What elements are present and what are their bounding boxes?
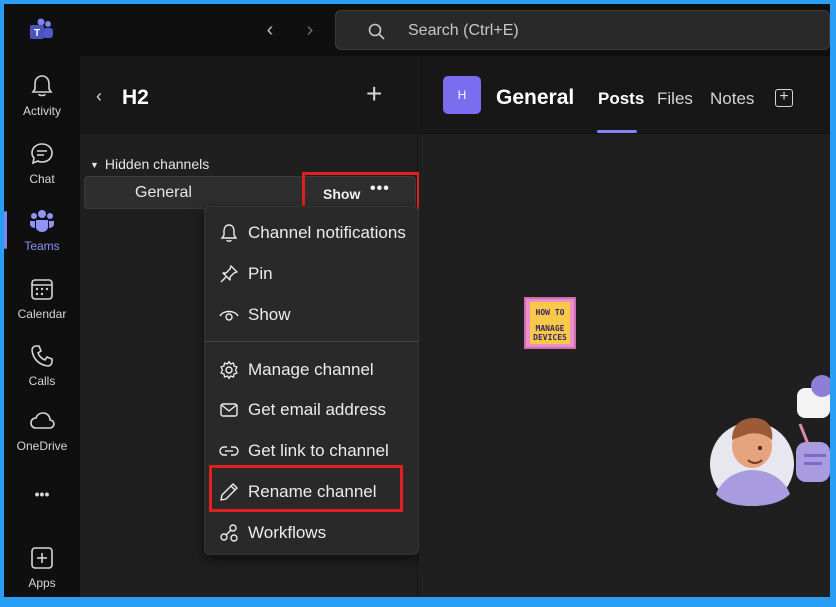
search-bar[interactable]: Search (Ctrl+E) xyxy=(335,10,830,50)
rail-item-teams[interactable]: Teams xyxy=(4,201,80,265)
app-rail: Activity Chat Teams Calendar Calls OneDr… xyxy=(4,56,80,597)
tab-notes[interactable]: Notes xyxy=(710,89,754,109)
add-apps-icon xyxy=(31,547,53,569)
eye-icon xyxy=(219,310,239,321)
channel-avatar: H xyxy=(443,76,481,114)
pin-icon xyxy=(220,265,238,283)
team-name: H2 xyxy=(122,86,149,109)
calendar-icon xyxy=(31,279,53,300)
menu-item-manage-channel[interactable]: Manage channel xyxy=(205,350,420,388)
rail-item-onedrive[interactable]: OneDrive xyxy=(4,401,80,465)
phone-icon xyxy=(31,345,53,367)
teams-window: T ‹ › Search (Ctrl+E) Activity Chat Team… xyxy=(4,4,830,597)
watermark-logo: HOW TO MANAGE DEVICES xyxy=(524,297,576,349)
rail-label: Activity xyxy=(22,104,61,118)
bell-icon xyxy=(31,75,53,97)
rail-label: Calls xyxy=(28,374,56,388)
highlight-box-rename xyxy=(209,465,403,512)
menu-divider xyxy=(205,341,420,342)
rail-label: Calendar xyxy=(17,307,67,321)
menu-item-label: Show xyxy=(248,305,291,324)
add-tab-icon[interactable]: + xyxy=(775,89,793,107)
rail-label: Chat xyxy=(29,172,55,186)
welcome-illustration xyxy=(710,375,830,506)
menu-item-get-link[interactable]: Get link to channel xyxy=(205,431,420,469)
menu-item-label: Pin xyxy=(248,264,273,283)
back-arrow-icon[interactable]: ‹ xyxy=(260,18,280,42)
mail-icon xyxy=(220,403,238,417)
channel-header: H General Posts Files Notes + xyxy=(419,56,830,134)
teams-logo-icon[interactable]: T xyxy=(28,18,54,42)
rail-more-button[interactable]: ••• xyxy=(4,482,80,512)
add-channel-icon[interactable]: + xyxy=(366,80,382,108)
rail-item-activity[interactable]: Activity xyxy=(4,66,80,130)
menu-item-pin[interactable]: Pin xyxy=(205,254,420,292)
chat-icon xyxy=(31,143,53,165)
hidden-channels-section[interactable]: ▼ Hidden channels xyxy=(90,156,209,172)
link-icon xyxy=(219,446,239,456)
tab-posts[interactable]: Posts xyxy=(598,89,644,109)
search-icon xyxy=(368,23,385,40)
channel-title: General xyxy=(496,86,575,109)
rail-label: Teams xyxy=(24,239,60,253)
gear-icon xyxy=(220,360,238,380)
watermark-line-1: HOW TO xyxy=(535,308,565,317)
title-bar: T ‹ › Search (Ctrl+E) xyxy=(4,4,830,56)
rail-item-calls[interactable]: Calls xyxy=(4,336,80,400)
menu-item-channel-notifications[interactable]: Channel notifications xyxy=(205,213,420,251)
menu-item-label: Manage channel xyxy=(248,360,374,379)
rail-label: Apps xyxy=(28,576,56,590)
rail-item-calendar[interactable]: Calendar xyxy=(4,269,80,333)
more-icon: ••• xyxy=(34,486,50,502)
menu-item-label: Get link to channel xyxy=(248,441,389,460)
menu-item-label: Get email address xyxy=(248,400,386,419)
menu-item-get-email[interactable]: Get email address xyxy=(205,390,420,428)
chevron-left-icon[interactable]: ‹ xyxy=(96,86,102,107)
svg-text:T: T xyxy=(34,28,40,39)
tab-files[interactable]: Files xyxy=(657,89,693,109)
search-placeholder: Search (Ctrl+E) xyxy=(408,22,519,39)
menu-item-workflows[interactable]: Workflows xyxy=(205,513,420,551)
forward-arrow-icon[interactable]: › xyxy=(300,18,320,42)
teams-icon xyxy=(30,210,54,232)
menu-item-label: Workflows xyxy=(248,523,327,542)
active-tab-indicator xyxy=(597,130,637,133)
watermark-inner: HOW TO MANAGE DEVICES xyxy=(530,302,570,344)
cloud-icon xyxy=(30,412,55,429)
menu-item-show[interactable]: Show xyxy=(205,295,420,333)
watermark-line-3: DEVICES xyxy=(533,333,567,342)
channel-main: H General Posts Files Notes + xyxy=(419,56,830,597)
channel-name: General xyxy=(135,184,192,201)
workflow-icon xyxy=(220,524,238,542)
list-header: ‹ H2 + xyxy=(80,56,418,134)
rail-item-chat[interactable]: Chat xyxy=(4,134,80,198)
watermark-line-2: MANAGE xyxy=(535,324,565,333)
section-label: Hidden channels xyxy=(104,156,210,172)
bell-icon xyxy=(220,224,238,242)
rail-item-apps[interactable]: Apps xyxy=(4,538,80,597)
caret-down-icon: ▼ xyxy=(90,160,99,170)
menu-item-label: Channel notifications xyxy=(248,223,406,242)
rail-label: OneDrive xyxy=(16,439,68,453)
